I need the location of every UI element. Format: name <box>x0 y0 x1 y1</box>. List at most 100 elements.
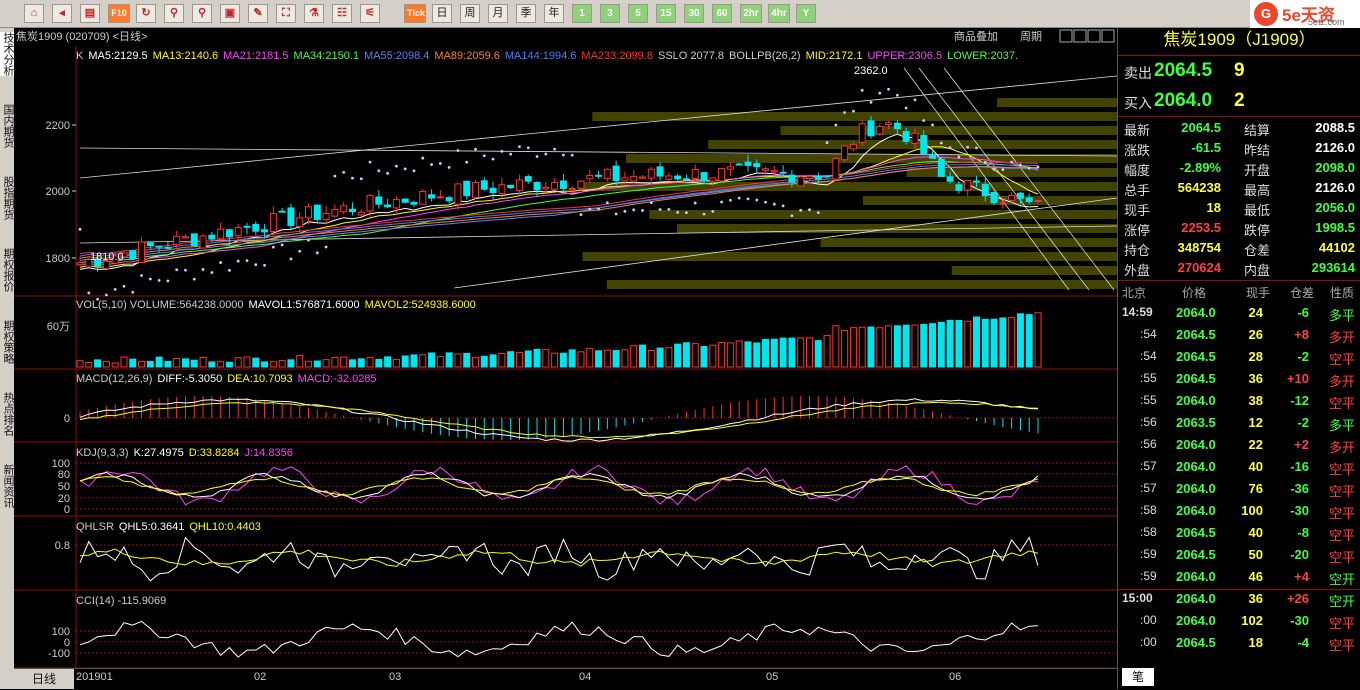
link-period[interactable]: 周期 <box>1020 30 1042 43</box>
toolbar-button-23[interactable]: 30 <box>684 4 704 23</box>
ma-legend-item-8: MA233:2099.8 <box>581 50 653 62</box>
toolbar-button-7[interactable]: ▣ <box>220 4 240 23</box>
volume-bar <box>436 356 444 368</box>
toolbar-button-8[interactable]: ✎ <box>248 4 268 23</box>
candle-body <box>278 210 286 213</box>
volume-bar <box>753 342 761 368</box>
sar-dot <box>87 291 91 295</box>
candle-body <box>770 170 778 173</box>
ma-legend-item-9: SSLO 2077.8 <box>658 50 724 62</box>
sar-dot <box>992 167 996 171</box>
ask-label: 卖出 <box>1124 65 1152 81</box>
kdj-j-line <box>79 464 1039 506</box>
sidebar-tab-2[interactable]: 股指期货 <box>0 176 14 220</box>
quote-value: 2126.0 <box>1315 180 1355 195</box>
candle-body <box>217 228 225 240</box>
sar-dot <box>78 227 82 231</box>
toolbar-button-10[interactable]: ⚗ <box>304 4 324 23</box>
candle-body <box>138 241 146 264</box>
tick-time: :58 <box>1140 503 1157 517</box>
toolbar-button-2[interactable]: ▤ <box>80 4 100 23</box>
candle-body <box>612 165 620 181</box>
quote-label: 最高 <box>1244 183 1271 198</box>
volume-bar <box>814 340 822 368</box>
candle-body <box>814 175 822 180</box>
chart-area[interactable]: 焦炭1909 (020709) <日线> 商品叠加 周期 K MA5:2129.5 MA1… <box>14 28 1117 668</box>
toolbar-button-9[interactable]: ⛶ <box>276 4 296 23</box>
toolbar-button-11[interactable]: ☷ <box>332 4 352 23</box>
period-label[interactable]: 日线 <box>14 669 74 689</box>
volume-bar <box>445 352 453 368</box>
toolbar-button-27[interactable]: Y <box>796 4 816 23</box>
ma-legend-item-12: UPPER:2306.5 <box>867 50 942 62</box>
toolbar-button-19[interactable]: 1 <box>572 4 592 23</box>
candle-body <box>357 211 365 216</box>
vol-legend: VOL(5,10) VOLUME:564238.0000 MAVOL1:57687… <box>76 299 476 311</box>
volume-bar <box>296 354 304 368</box>
toolbar-button-6[interactable]: ⚲ <box>192 4 212 23</box>
toolbar-button-4[interactable]: ↻ <box>136 4 156 23</box>
tick-price: 2064.5 <box>1176 547 1216 562</box>
quote-value: 44102 <box>1318 240 1355 255</box>
tick-volume: 36 <box>1248 591 1263 606</box>
candle-body <box>603 168 611 180</box>
sar-dot <box>351 176 354 180</box>
toolbar-button-1[interactable]: ◂ <box>52 4 72 23</box>
quote-label: 最新 <box>1124 123 1151 138</box>
sar-dot <box>298 249 302 253</box>
nav-button-3[interactable] <box>1101 29 1115 43</box>
quote-label: 总手 <box>1124 183 1151 198</box>
tick-nature: 多开 <box>1328 440 1355 455</box>
sidebar-tab-1[interactable]: 国内期货 <box>0 104 14 148</box>
sar-dot <box>342 170 346 174</box>
volume-bar <box>173 357 181 368</box>
vol-legend-item-0: VOL(5,10) VOLUME:564238.0000 <box>76 299 244 311</box>
nav-button-0[interactable] <box>1059 29 1073 43</box>
candle-body <box>762 168 770 171</box>
toolbar-button-0[interactable]: ⌂ <box>24 4 44 23</box>
toolbar-button-18[interactable]: 年 <box>544 4 564 23</box>
sidebar-tab-4[interactable]: 期权策略 <box>0 320 14 364</box>
sar-dot <box>96 297 99 301</box>
sidebar-tab-3[interactable]: 期权报价 <box>0 248 14 292</box>
vol-legend-item-2: MAVOL2:524938.6000 <box>365 299 476 311</box>
toolbar-button-12[interactable]: ⚟ <box>360 4 380 23</box>
toolbar-button-22[interactable]: 15 <box>656 4 676 23</box>
candle-body <box>252 223 260 232</box>
macd-diff-line <box>79 398 1039 442</box>
nav-button-1[interactable] <box>1073 29 1087 43</box>
sar-dot <box>228 268 231 272</box>
toolbar-button-17[interactable]: 季 <box>516 4 536 23</box>
chart-canvas[interactable]: 焦炭1909 (020709) <日线> 商品叠加 周期 K MA5:2129.5 MA1… <box>14 28 1117 668</box>
volume-bar <box>348 359 356 368</box>
sar-dot <box>667 207 671 211</box>
sidebar-tab-5[interactable]: 热点排名 <box>0 392 14 436</box>
sar-dot <box>904 106 908 110</box>
ticks-tab[interactable]: 笔 <box>1122 668 1154 686</box>
toolbar-button-15[interactable]: 周 <box>460 4 480 23</box>
candle-body <box>155 245 163 248</box>
toolbar-button-24[interactable]: 60 <box>712 4 732 23</box>
toolbar-button-14[interactable]: 日 <box>432 4 452 23</box>
toolbar-button-3[interactable]: F10 <box>108 4 130 23</box>
toolbar-button-20[interactable]: 3 <box>600 4 620 23</box>
tick-volume: 102 <box>1241 613 1263 628</box>
toolbar-button-21[interactable]: 5 <box>628 4 648 23</box>
toolbar-button-13[interactable]: Tick <box>404 4 426 23</box>
date-tick-2: 03 <box>389 671 402 683</box>
toolbar-button-5[interactable]: ⚲ <box>164 4 184 23</box>
toolbar-button-16[interactable]: 月 <box>488 4 508 23</box>
toolbar-button-26[interactable]: 4hr <box>768 4 790 23</box>
sar-dot <box>746 197 750 201</box>
sidebar-tab-6[interactable]: 新闻资讯 <box>0 464 14 508</box>
toolbar-button-25[interactable]: 2hr <box>740 4 762 23</box>
cci-line <box>79 620 1039 658</box>
sar-dot <box>438 162 442 165</box>
tick-time: :00 <box>1140 635 1157 649</box>
sidebar-tab-0[interactable]: 技术分析 <box>0 32 14 76</box>
tick-oi-change: -8 <box>1297 525 1309 540</box>
nav-button-2[interactable] <box>1087 29 1101 43</box>
link-commodity-overlay[interactable]: 商品叠加 <box>954 29 998 43</box>
candle-body <box>340 205 348 213</box>
sar-dot <box>263 263 266 267</box>
